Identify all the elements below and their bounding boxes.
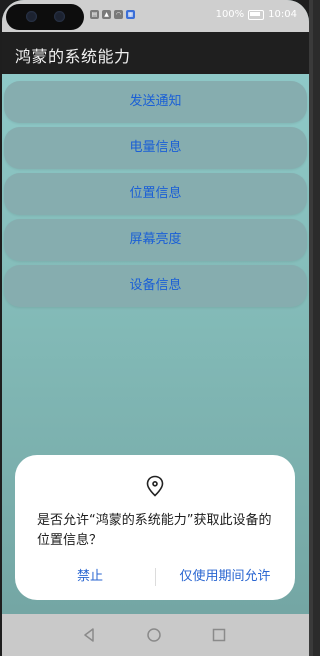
sim-icon: ▤ xyxy=(90,10,99,19)
status-right: 100% 10:04 xyxy=(216,9,297,20)
button-divider xyxy=(155,568,156,586)
device-info-button[interactable]: 设备信息 xyxy=(4,265,307,307)
camera-cutout xyxy=(6,4,84,30)
phone-frame: ▤ ▲ ◠ ▦ 100% 10:04 鸿蒙的系统能力 发送通知 电量信息 位置信… xyxy=(0,0,313,656)
send-notification-button[interactable]: 发送通知 xyxy=(4,81,307,123)
battery-percentage: 100% xyxy=(215,9,245,20)
front-camera-icon xyxy=(54,11,65,22)
allow-while-using-button[interactable]: 仅使用期间允许 xyxy=(160,566,290,588)
app-title-bar: 鸿蒙的系统能力 xyxy=(2,32,309,74)
recents-icon[interactable] xyxy=(208,624,230,646)
phone-edge xyxy=(309,0,313,656)
signal-icon: ▲ xyxy=(102,10,111,19)
status-bar: ▤ ▲ ◠ ▦ 100% 10:04 xyxy=(2,0,309,32)
location-permission-dialog: 是否允许“鸿蒙的系统能力”获取此设备的位置信息？ 禁止 仅使用期间允许 xyxy=(15,455,295,600)
deny-button[interactable]: 禁止 xyxy=(35,566,145,588)
location-info-button[interactable]: 位置信息 xyxy=(4,173,307,215)
system-nav-bar xyxy=(2,614,309,656)
battery-icon xyxy=(248,9,265,20)
screen: ▤ ▲ ◠ ▦ 100% 10:04 鸿蒙的系统能力 发送通知 电量信息 位置信… xyxy=(2,0,309,656)
home-icon[interactable] xyxy=(143,624,165,646)
front-camera-icon xyxy=(26,11,37,22)
dialog-message: 是否允许“鸿蒙的系统能力”获取此设备的位置信息？ xyxy=(37,513,272,548)
back-icon[interactable] xyxy=(78,624,100,646)
battery-info-button[interactable]: 电量信息 xyxy=(4,127,307,169)
page-title: 鸿蒙的系统能力 xyxy=(15,47,131,66)
status-left-icons: ▤ ▲ ◠ ▦ xyxy=(90,10,135,19)
app-notification-icon: ▦ xyxy=(126,10,135,19)
clock: 10:04 xyxy=(268,9,297,20)
location-pin-icon xyxy=(146,475,164,497)
wifi-icon: ◠ xyxy=(114,10,123,19)
screen-brightness-button[interactable]: 屏幕亮度 xyxy=(4,219,307,261)
